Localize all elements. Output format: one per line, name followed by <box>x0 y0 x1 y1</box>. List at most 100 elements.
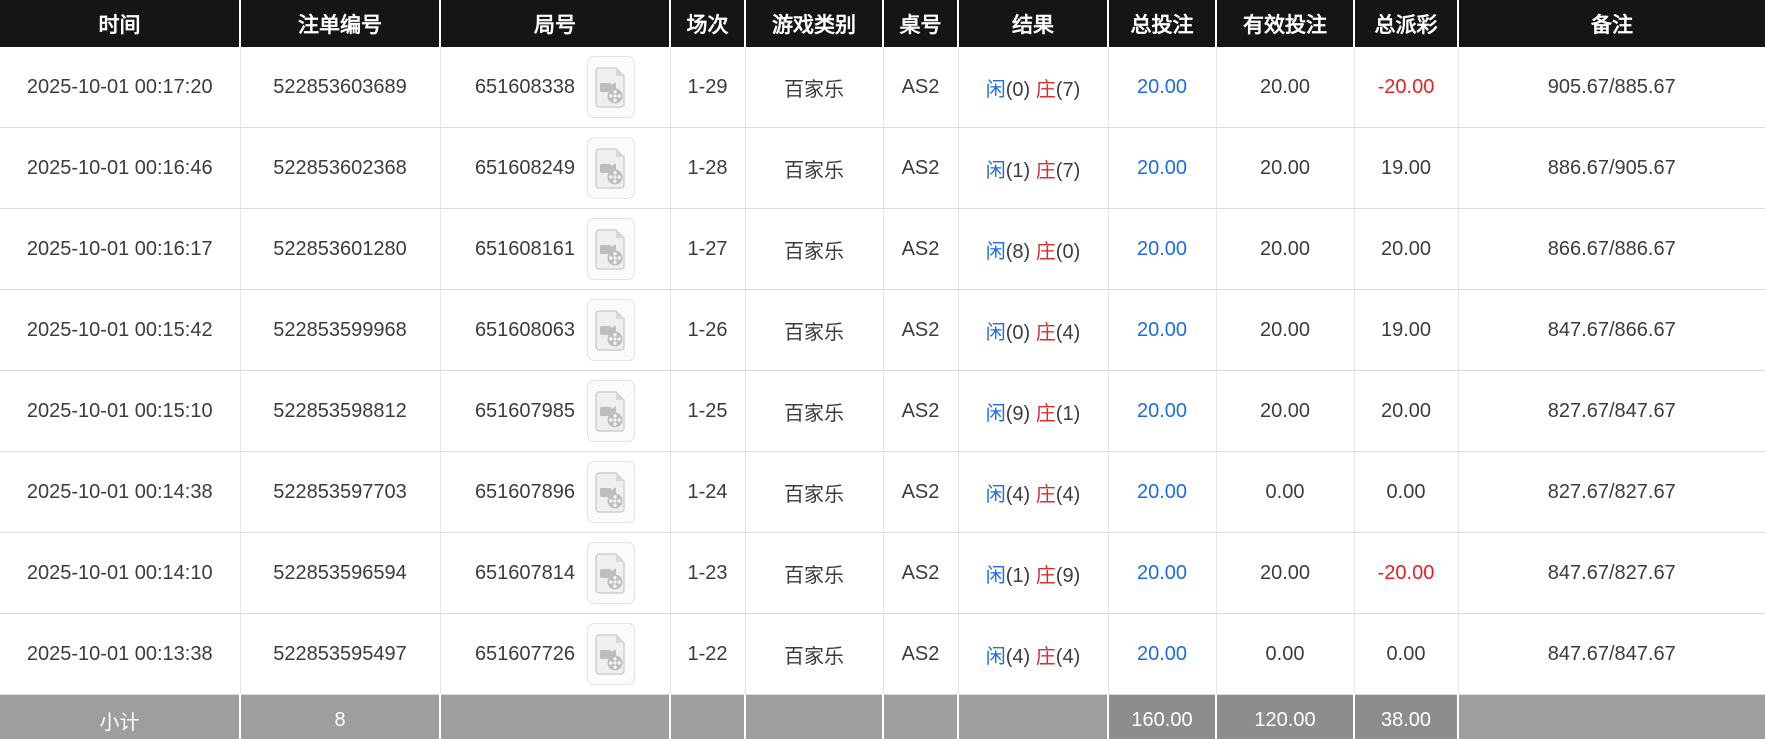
result-banker-score: (7) <box>1055 159 1081 182</box>
round-no-cell: 651607985 <box>439 370 670 452</box>
result-banker-label: 庄 <box>1035 645 1056 668</box>
video-replay-button[interactable] <box>587 380 636 442</box>
subtotal-empty-result <box>957 694 1108 739</box>
header-payout: 总派彩 <box>1353 0 1458 47</box>
game-type-cell: 百家乐 <box>744 127 883 209</box>
round-no-cell: 651607814 <box>439 532 670 614</box>
time-cell: 2025-10-01 00:14:10 <box>0 532 240 614</box>
header-game-type: 游戏类别 <box>744 0 883 47</box>
subtotal-label: 小计 <box>0 694 240 739</box>
video-replay-icon <box>595 147 627 189</box>
table-row: 2025-10-01 00:15:42 522853599968 6516080… <box>0 289 1765 371</box>
valid-bet-cell: 20.00 <box>1215 127 1354 209</box>
result-banker-label: 庄 <box>1035 321 1056 344</box>
valid-bet-cell: 20.00 <box>1215 532 1354 614</box>
result-cell: 闲(0) 庄(4) <box>957 289 1108 371</box>
result-banker-label: 庄 <box>1035 402 1056 425</box>
video-replay-icon <box>595 390 627 432</box>
table-header: 时间 注单编号 局号 场次 游戏类别 桌号 结果 总投注 有效投注 总派彩 备注 <box>0 0 1765 47</box>
video-replay-button[interactable] <box>587 623 636 685</box>
table-no-cell: AS2 <box>882 613 958 695</box>
session-cell: 1-29 <box>669 47 745 128</box>
header-valid-bet: 有效投注 <box>1215 0 1354 47</box>
header-table-no: 桌号 <box>882 0 958 47</box>
bet-no-cell: 522853601280 <box>239 208 440 290</box>
table-no-cell: AS2 <box>882 532 958 614</box>
subtotal-count: 8 <box>239 694 440 739</box>
total-bet-cell: 20.00 <box>1107 613 1216 695</box>
valid-bet-cell: 20.00 <box>1215 370 1354 452</box>
valid-bet-cell: 20.00 <box>1215 208 1354 290</box>
total-bet-cell: 20.00 <box>1107 532 1216 614</box>
time-cell: 2025-10-01 00:17:20 <box>0 47 240 128</box>
total-bet-cell: 20.00 <box>1107 451 1216 533</box>
table-no-cell: AS2 <box>882 127 958 209</box>
time-cell: 2025-10-01 00:14:38 <box>0 451 240 533</box>
subtotal-total-bet: 160.00 <box>1107 694 1216 739</box>
video-replay-button[interactable] <box>587 218 636 280</box>
round-no-text: 651607814 <box>474 561 576 584</box>
header-total-bet: 总投注 <box>1107 0 1216 47</box>
remark-cell: 905.67/885.67 <box>1457 47 1765 128</box>
header-bet-no: 注单编号 <box>239 0 440 47</box>
header-row: 时间 注单编号 局号 场次 游戏类别 桌号 结果 总投注 有效投注 总派彩 备注 <box>0 0 1765 47</box>
result-player-label: 闲 <box>985 402 1006 425</box>
result-cell: 闲(1) 庄(9) <box>957 532 1108 614</box>
table-no-cell: AS2 <box>882 47 958 128</box>
video-replay-button[interactable] <box>587 542 636 604</box>
remark-cell: 886.67/905.67 <box>1457 127 1765 209</box>
payout-cell: 19.00 <box>1353 127 1458 209</box>
table-no-cell: AS2 <box>882 289 958 371</box>
total-bet-cell: 20.00 <box>1107 127 1216 209</box>
round-no-text: 651607726 <box>474 642 576 665</box>
round-no-text: 651608161 <box>474 237 576 260</box>
video-replay-button[interactable] <box>587 56 636 118</box>
result-player-score: (9) <box>1005 402 1031 425</box>
round-no-text: 651607896 <box>474 480 576 503</box>
table-row: 2025-10-01 00:17:20 522853603689 6516083… <box>0 47 1765 128</box>
result-player-label: 闲 <box>985 645 1006 668</box>
video-replay-button[interactable] <box>587 299 636 361</box>
round-no-cell: 651608161 <box>439 208 670 290</box>
bet-no-cell: 522853602368 <box>239 127 440 209</box>
game-type-cell: 百家乐 <box>744 370 883 452</box>
result-banker-label: 庄 <box>1035 240 1056 263</box>
result-cell: 闲(4) 庄(4) <box>957 451 1108 533</box>
bet-no-cell: 522853596594 <box>239 532 440 614</box>
time-cell: 2025-10-01 00:15:10 <box>0 370 240 452</box>
payout-cell: -20.00 <box>1353 532 1458 614</box>
session-cell: 1-26 <box>669 289 745 371</box>
session-cell: 1-22 <box>669 613 745 695</box>
payout-cell: 19.00 <box>1353 289 1458 371</box>
table-row: 2025-10-01 00:16:17 522853601280 6516081… <box>0 208 1765 290</box>
result-player-label: 闲 <box>985 78 1006 101</box>
valid-bet-cell: 20.00 <box>1215 47 1354 128</box>
result-cell: 闲(0) 庄(7) <box>957 47 1108 128</box>
video-replay-button[interactable] <box>587 137 636 199</box>
header-result: 结果 <box>957 0 1108 47</box>
result-banker-label: 庄 <box>1035 159 1056 182</box>
game-type-cell: 百家乐 <box>744 532 883 614</box>
game-type-cell: 百家乐 <box>744 613 883 695</box>
round-no-cell: 651608338 <box>439 47 670 128</box>
header-remark: 备注 <box>1457 0 1765 47</box>
result-player-score: (4) <box>1005 483 1031 506</box>
table-footer: 小计 8 160.00 120.00 38.00 <box>0 694 1765 739</box>
video-replay-button[interactable] <box>587 461 636 523</box>
result-banker-score: (7) <box>1055 78 1081 101</box>
video-replay-icon <box>595 552 627 594</box>
session-cell: 1-23 <box>669 532 745 614</box>
round-no-text: 651608249 <box>474 156 576 179</box>
round-no-text: 651607985 <box>474 399 576 422</box>
header-session: 场次 <box>669 0 745 47</box>
result-cell: 闲(9) 庄(1) <box>957 370 1108 452</box>
round-no-cell: 651607726 <box>439 613 670 695</box>
bet-no-cell: 522853598812 <box>239 370 440 452</box>
total-bet-cell: 20.00 <box>1107 370 1216 452</box>
video-replay-icon <box>595 228 627 270</box>
result-player-label: 闲 <box>985 240 1006 263</box>
video-replay-icon <box>595 471 627 513</box>
payout-cell: 20.00 <box>1353 370 1458 452</box>
subtotal-empty-table <box>882 694 958 739</box>
time-cell: 2025-10-01 00:16:46 <box>0 127 240 209</box>
